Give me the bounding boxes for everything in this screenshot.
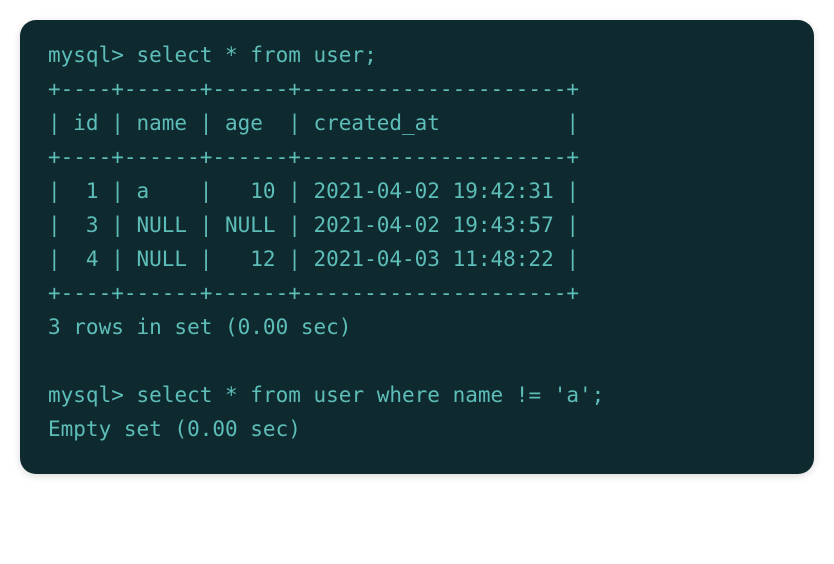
result-summary-2: Empty set (0.00 sec) [48,417,301,441]
result-summary-1: 3 rows in set (0.00 sec) [48,315,351,339]
table-border-top: +----+------+------+--------------------… [48,77,579,101]
mysql-prompt-2: mysql> [48,383,137,407]
table-row: | 1 | a | 10 | 2021-04-02 19:42:31 | [48,179,579,203]
table-border-mid: +----+------+------+--------------------… [48,145,579,169]
sql-query-2: select * from user where name != 'a'; [137,383,605,407]
mysql-prompt-1: mysql> [48,43,137,67]
sql-query-1: select * from user; [137,43,377,67]
table-row: | 3 | NULL | NULL | 2021-04-02 19:43:57 … [48,213,579,237]
mysql-terminal: mysql> select * from user; +----+------+… [20,20,814,474]
table-border-bot: +----+------+------+--------------------… [48,281,579,305]
table-header: | id | name | age | created_at | [48,111,579,135]
table-row: | 4 | NULL | 12 | 2021-04-03 11:48:22 | [48,247,579,271]
